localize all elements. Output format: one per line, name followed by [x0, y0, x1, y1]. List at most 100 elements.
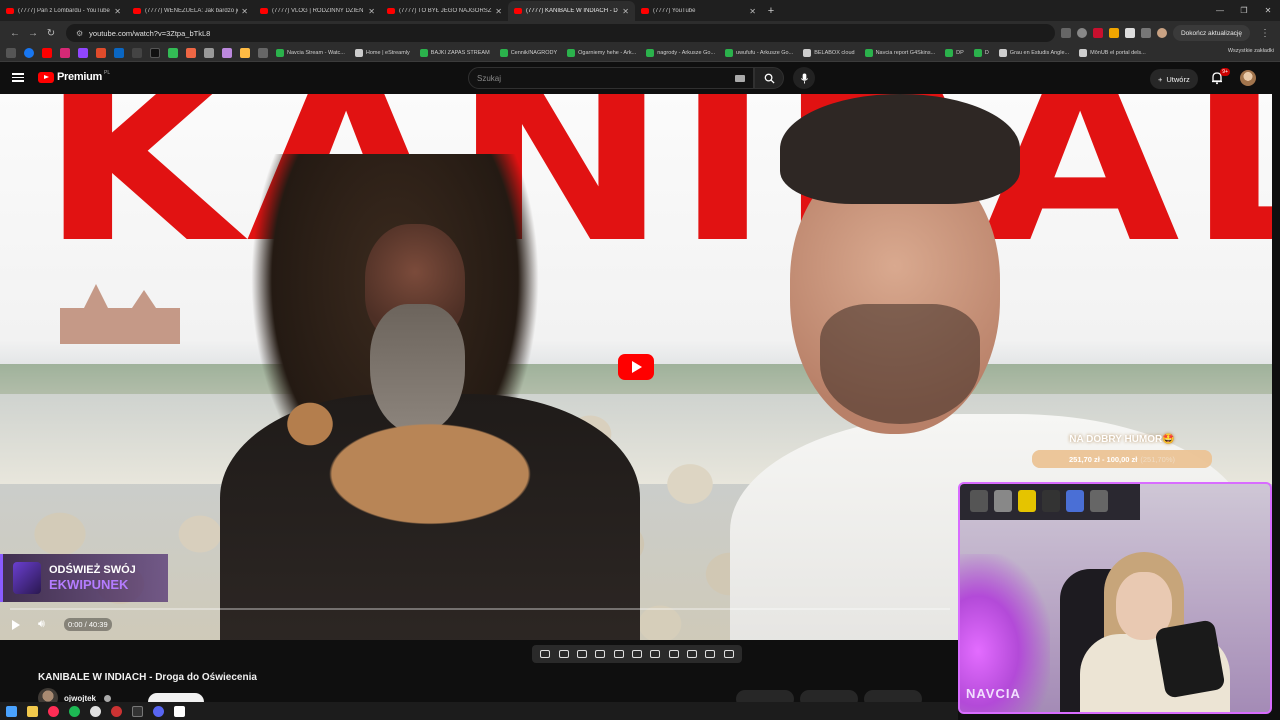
maximize-icon[interactable]: ❐	[1232, 0, 1256, 21]
extension-yellow-icon[interactable]	[1108, 28, 1119, 38]
site-info-icon[interactable]: ⚙	[76, 29, 83, 38]
extension-white-icon[interactable]	[1124, 28, 1135, 38]
windows-start-icon[interactable]	[6, 705, 17, 717]
app-icon[interactable]	[174, 705, 185, 717]
instagram-icon[interactable]	[60, 48, 70, 58]
youtube-logo[interactable]: Premium PL	[38, 70, 110, 83]
obs-icon[interactable]	[132, 705, 143, 717]
bookmark-item[interactable]: BAJKI ZAPAS STREAM	[419, 49, 490, 57]
twitch-icon[interactable]	[78, 48, 88, 58]
browser-tab[interactable]: (7777) KANIBALE W INDIACH - D ✕	[508, 1, 635, 21]
bookmark-icon[interactable]	[258, 48, 268, 58]
bookmark-item[interactable]: uwufufu - Arkusze Go...	[725, 49, 793, 57]
facebook-icon[interactable]	[24, 48, 34, 58]
browser-tab[interactable]: (7777) Pan z Lombardu - YouTube ✕	[0, 1, 127, 21]
create-button[interactable]: + Utwórz	[1150, 69, 1198, 89]
file-explorer-icon[interactable]	[27, 705, 38, 717]
subtitles-icon[interactable]	[576, 650, 587, 658]
bookmark-icon[interactable]	[96, 48, 106, 58]
bookmark-item[interactable]: BELABOX cloud	[803, 49, 855, 57]
bookmark-star-icon[interactable]	[1076, 28, 1087, 38]
audio-icon[interactable]	[558, 650, 569, 658]
bookmark-item[interactable]: MônUB el portal dels...	[1079, 49, 1146, 57]
extension-red-icon[interactable]	[1092, 28, 1103, 38]
bookmark-item[interactable]: nagrody - Arkusze Go...	[646, 49, 715, 57]
loop-icon[interactable]	[540, 650, 551, 658]
search-input[interactable]: Szukaj	[468, 67, 754, 89]
chrome-icon[interactable]	[90, 705, 101, 717]
close-tab-icon[interactable]: ✕	[368, 7, 375, 16]
forward-icon[interactable]: →	[24, 24, 42, 42]
bookmark-icon[interactable]	[204, 48, 214, 58]
reload-icon[interactable]: ↻	[42, 24, 60, 42]
video-title: KANIBALE W INDIACH - Droga do Oświecenia	[38, 672, 257, 683]
miniplayer-icon[interactable]	[595, 650, 606, 658]
settings-icon[interactable]	[723, 650, 734, 658]
x-icon[interactable]	[132, 48, 142, 58]
bookmark-item[interactable]: Navcia Stream - Watc...	[276, 49, 345, 57]
voice-search-button[interactable]	[793, 67, 815, 89]
profile-icon[interactable]	[1156, 28, 1167, 38]
bookmark-item[interactable]: Cennik/NAGRODY	[499, 49, 557, 57]
update-button[interactable]: Dokończ aktualizację	[1172, 25, 1250, 41]
close-tab-icon[interactable]: ✕	[495, 7, 502, 16]
bookmark-icon[interactable]	[186, 48, 196, 58]
webcam-tag: NAVCIA	[966, 686, 1021, 701]
close-tab-icon[interactable]: ✕	[241, 7, 248, 16]
menu-icon[interactable]	[12, 71, 24, 83]
bookmark-icon[interactable]	[222, 48, 232, 58]
app-icon[interactable]	[111, 705, 122, 717]
bookmark-item[interactable]: Grau en Estudis Angle...	[998, 49, 1069, 57]
browser-menu-icon[interactable]: ⋮	[1256, 24, 1274, 42]
close-tab-icon[interactable]: ✕	[114, 7, 121, 16]
account-avatar[interactable]	[1240, 70, 1256, 86]
browser-tab[interactable]: (7777) YouTube ✕	[635, 1, 762, 21]
discord-icon[interactable]	[153, 705, 164, 717]
webcam-shelf	[960, 484, 1140, 520]
bookmark-icon	[725, 49, 734, 57]
browser-tab[interactable]: (7777) VLOG | RODZINNY DZIEŃ ✕	[254, 1, 381, 21]
play-icon[interactable]	[12, 620, 20, 630]
video-progress-bar[interactable]	[10, 608, 950, 610]
new-tab-icon[interactable]: +	[762, 1, 780, 21]
notifications-button[interactable]: 9+	[1210, 68, 1230, 85]
minimize-icon[interactable]: —	[1208, 0, 1232, 21]
url-field[interactable]: ⚙ youtube.com/watch?v=3Ztpa_bTkL8	[66, 24, 1055, 42]
bookmark-item[interactable]: DP	[945, 49, 964, 57]
bookmark-icon[interactable]	[240, 48, 250, 58]
bookmark-item[interactable]: Home | eStreamly	[354, 49, 410, 57]
keyboard-icon[interactable]	[735, 75, 745, 82]
search-button[interactable]	[754, 67, 784, 89]
bookmark-icon[interactable]	[168, 48, 178, 58]
youtube-bookmark-icon[interactable]	[42, 48, 52, 58]
browser-tab[interactable]: (7777) TO BYŁ JEGO NAJGORSZY ✕	[381, 1, 508, 21]
speed-icon[interactable]	[650, 650, 661, 658]
apps-icon[interactable]	[6, 48, 16, 58]
bookmark-icon[interactable]	[114, 48, 124, 58]
volume-icon[interactable]: 🔊︎	[38, 618, 45, 631]
all-bookmarks-link[interactable]: Wszystkie zakładki	[1228, 48, 1274, 54]
cast-icon[interactable]	[1060, 28, 1071, 38]
camera-icon[interactable]	[687, 650, 698, 658]
tiktok-icon[interactable]	[150, 48, 160, 58]
bookmark-label: uwufufu - Arkusze Go...	[736, 50, 794, 56]
extensions-puzzle-icon[interactable]	[1140, 28, 1151, 38]
bookmark-item[interactable]: Ogarniemy hehe - Ark...	[567, 49, 636, 57]
theater-icon[interactable]	[613, 650, 624, 658]
back-icon[interactable]: ←	[6, 24, 24, 42]
close-tab-icon[interactable]: ✕	[749, 7, 756, 16]
bookmark-item[interactable]: D	[973, 49, 989, 57]
thumbnail-host-hair	[780, 94, 1020, 204]
player-settings-bar	[532, 645, 742, 663]
big-play-button[interactable]	[618, 354, 654, 380]
spotify-icon[interactable]	[69, 705, 80, 717]
screenshot-icon[interactable]	[668, 650, 679, 658]
filter-icon[interactable]	[705, 650, 716, 658]
close-tab-icon[interactable]: ✕	[622, 7, 629, 16]
fullscreen-icon[interactable]	[631, 650, 642, 658]
promo-line-1: ODŚWIEŻ SWÓJ	[49, 564, 136, 576]
bookmark-item[interactable]: Navcia report G4Skins...	[864, 49, 935, 57]
browser-tab[interactable]: (7777) WENEZUELA: Jak bardzo je ✕	[127, 1, 254, 21]
close-window-icon[interactable]: ✕	[1256, 0, 1280, 21]
opera-icon[interactable]	[48, 705, 59, 717]
